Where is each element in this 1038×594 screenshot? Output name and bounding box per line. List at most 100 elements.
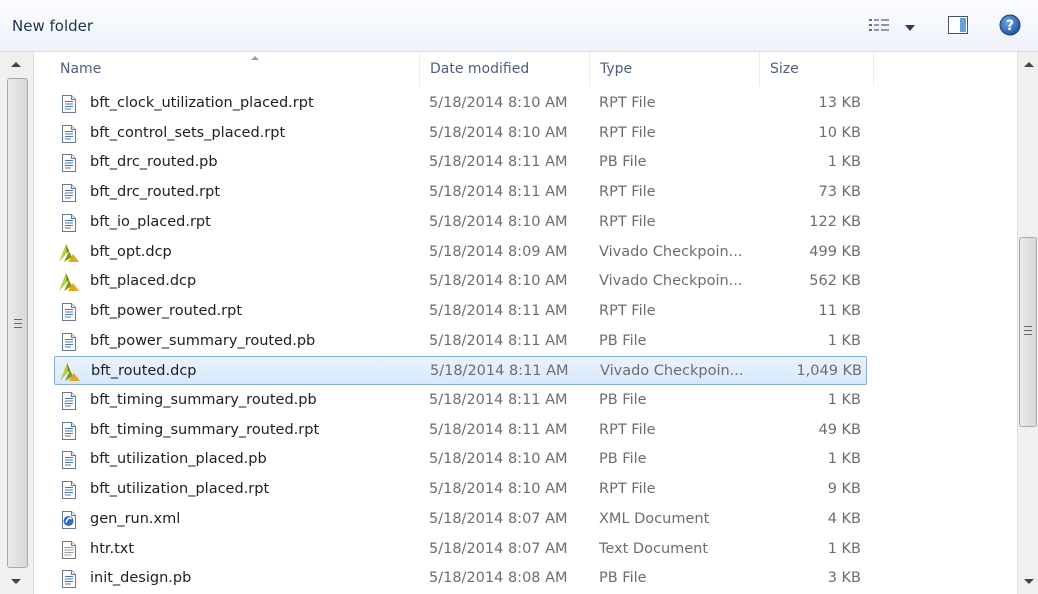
- change-view-button[interactable]: [862, 14, 922, 40]
- file-date-modified: 5/18/2014 8:11 AM: [429, 422, 568, 438]
- file-row[interactable]: bft_utilization_placed.rpt 5/18/2014 8:10…: [54, 475, 867, 504]
- file-row[interactable]: bft_placed.dcp 5/18/2014 8:10 AM Vivado Ch…: [54, 267, 867, 296]
- file-row[interactable]: bft_utilization_placed.pb 5/18/2014 8:10 …: [54, 445, 867, 474]
- file-name: bft_clock_utilization_placed.rpt: [90, 95, 314, 111]
- file-name: htr.txt: [90, 541, 135, 557]
- xml-document-icon: [58, 505, 80, 534]
- document-icon: [58, 178, 80, 207]
- scroll-up-arrow-icon[interactable]: [11, 62, 21, 67]
- file-type: PB File: [599, 333, 647, 349]
- file-list-scrollbar[interactable]: [1017, 52, 1038, 594]
- column-header-date[interactable]: Date modified: [420, 52, 590, 86]
- folder-title: New folder: [12, 17, 94, 35]
- file-date-modified: 5/18/2014 8:07 AM: [429, 541, 568, 557]
- column-headers: Name Date modified Type Size: [34, 52, 1017, 86]
- file-size: 9 KB: [827, 481, 861, 497]
- file-size: 1 KB: [827, 333, 861, 349]
- file-date-modified: 5/18/2014 8:11 AM: [429, 392, 568, 408]
- file-type: RPT File: [599, 184, 656, 200]
- file-row[interactable]: gen_run.xml 5/18/2014 8:07 AM XML Document…: [54, 505, 867, 534]
- document-icon: [58, 208, 80, 237]
- file-name: bft_utilization_placed.pb: [90, 451, 267, 467]
- file-date-modified: 5/18/2014 8:10 AM: [429, 273, 568, 289]
- file-size: 49 KB: [818, 422, 861, 438]
- file-size: 1 KB: [827, 451, 861, 467]
- document-icon: [58, 327, 80, 356]
- file-type: RPT File: [599, 303, 656, 319]
- file-type: XML Document: [599, 511, 710, 527]
- file-name: bft_placed.dcp: [90, 273, 197, 289]
- file-date-modified: 5/18/2014 8:09 AM: [429, 244, 568, 260]
- scrollbar-thumb[interactable]: [7, 78, 28, 568]
- grip-icon: [1024, 326, 1032, 335]
- file-row[interactable]: bft_timing_summary_routed.pb 5/18/2014 8:…: [54, 386, 867, 415]
- file-row[interactable]: bft_drc_routed.pb 5/18/2014 8:11 AM PB Fil…: [54, 148, 867, 177]
- file-size: 10 KB: [818, 125, 861, 141]
- file-size: 4 KB: [827, 511, 861, 527]
- file-type: PB File: [599, 392, 647, 408]
- file-name: bft_timing_summary_routed.pb: [90, 392, 317, 408]
- file-name: bft_drc_routed.pb: [90, 154, 218, 170]
- file-date-modified: 5/18/2014 8:11 AM: [429, 303, 568, 319]
- file-date-modified: 5/18/2014 8:11 AM: [429, 333, 568, 349]
- file-size: 499 KB: [809, 244, 861, 260]
- file-name: bft_routed.dcp: [91, 363, 197, 379]
- file-type: Vivado Checkpoin...: [600, 363, 744, 379]
- file-row[interactable]: bft_power_summary_routed.pb 5/18/2014 8:1…: [54, 327, 867, 356]
- column-header-size-label: Size: [770, 61, 799, 77]
- file-date-modified: 5/18/2014 8:11 AM: [430, 363, 569, 379]
- chevron-down-icon[interactable]: [905, 19, 915, 35]
- file-row[interactable]: bft_timing_summary_routed.rpt 5/18/2014 8…: [54, 416, 867, 445]
- preview-pane-icon: [948, 16, 968, 38]
- file-date-modified: 5/18/2014 8:07 AM: [429, 511, 568, 527]
- column-header-name[interactable]: Name: [50, 52, 420, 86]
- document-icon: [58, 445, 80, 474]
- file-size: 562 KB: [809, 273, 861, 289]
- file-row[interactable]: bft_drc_routed.rpt 5/18/2014 8:11 AM RPT F…: [54, 178, 867, 207]
- file-date-modified: 5/18/2014 8:08 AM: [429, 570, 568, 586]
- document-icon: [58, 89, 80, 118]
- file-type: Vivado Checkpoin...: [599, 244, 743, 260]
- file-type: PB File: [599, 570, 647, 586]
- column-header-date-label: Date modified: [430, 61, 530, 77]
- file-row[interactable]: init_design.pb 5/18/2014 8:08 AM PB File 3 …: [54, 564, 867, 593]
- help-button[interactable]: ?: [996, 14, 1024, 40]
- file-row[interactable]: bft_opt.dcp 5/18/2014 8:09 AM Vivado Check…: [54, 238, 867, 267]
- column-header-name-label: Name: [60, 61, 102, 77]
- column-header-type[interactable]: Type: [590, 52, 760, 86]
- file-type: RPT File: [599, 95, 656, 111]
- details-view-icon: [869, 18, 891, 36]
- file-date-modified: 5/18/2014 8:11 AM: [429, 184, 568, 200]
- file-type: Vivado Checkpoin...: [599, 273, 743, 289]
- file-name: bft_utilization_placed.rpt: [90, 481, 270, 497]
- file-row[interactable]: bft_io_placed.rpt 5/18/2014 8:10 AM RPT Fi…: [54, 208, 867, 237]
- scroll-down-arrow-icon[interactable]: [1024, 579, 1034, 584]
- vivado-icon: [59, 357, 81, 386]
- document-icon: [58, 564, 80, 593]
- navigation-pane-scrollbar[interactable]: [0, 52, 34, 594]
- file-type: PB File: [599, 451, 647, 467]
- file-date-modified: 5/18/2014 8:10 AM: [429, 214, 568, 230]
- document-icon: [58, 416, 80, 445]
- scroll-up-arrow-icon[interactable]: [1024, 62, 1034, 67]
- svg-text:?: ?: [1006, 18, 1014, 34]
- file-size: 73 KB: [818, 184, 861, 200]
- file-name: bft_power_summary_routed.pb: [90, 333, 316, 349]
- file-size: 11 KB: [818, 303, 861, 319]
- file-row[interactable]: bft_control_sets_placed.rpt 5/18/2014 8:1…: [54, 119, 867, 148]
- file-row-selected[interactable]: bft_routed.dcp 5/18/2014 8:11 AM Vivado Ch…: [54, 356, 867, 385]
- column-header-size[interactable]: Size: [760, 52, 874, 86]
- preview-pane-button[interactable]: [944, 14, 972, 40]
- file-name: gen_run.xml: [90, 511, 181, 527]
- document-icon: [58, 148, 80, 177]
- file-row[interactable]: bft_clock_utilization_placed.rpt 5/18/201…: [54, 89, 867, 118]
- file-size: 1,049 KB: [796, 363, 862, 379]
- file-row[interactable]: bft_power_routed.rpt 5/18/2014 8:11 AM RPT…: [54, 297, 867, 326]
- document-icon: [58, 475, 80, 504]
- file-name: init_design.pb: [90, 570, 192, 586]
- scrollbar-thumb[interactable]: [1019, 237, 1037, 427]
- file-type: RPT File: [599, 214, 656, 230]
- file-row[interactable]: htr.txt 5/18/2014 8:07 AM Text Document 1 K…: [54, 535, 867, 564]
- scroll-down-arrow-icon[interactable]: [11, 579, 21, 584]
- file-size: 13 KB: [818, 95, 861, 111]
